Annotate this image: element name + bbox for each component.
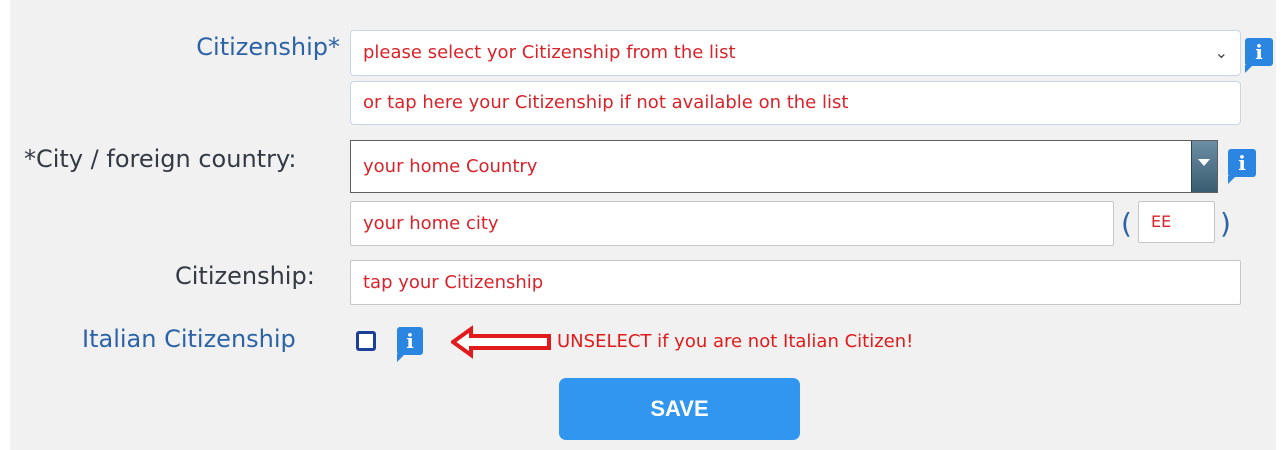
country-select-value: your home Country [363,155,538,177]
citizenship-other-value: or tap here your Citizenship if not avai… [363,92,849,113]
citizenship-other-input[interactable]: or tap here your Citizenship if not avai… [350,81,1241,125]
citizenship-text-label: Citizenship: [175,262,315,290]
required-asterisk: * [328,33,340,61]
citizenship-select-value: please select yor Citizenship from the l… [363,42,736,63]
info-icon[interactable]: i [1245,38,1273,73]
italian-citizenship-checkbox[interactable] [356,331,376,351]
open-paren: ( [1121,207,1132,240]
citizenship-label: Citizenship* [160,32,340,62]
citizenship-select[interactable]: please select yor Citizenship from the l… [350,30,1241,76]
info-glyph: i [1255,40,1263,64]
italian-warning-text: UNSELECT if you are not Italian Citizen! [557,331,914,352]
city-country-label: *City / foreign country: [24,145,297,173]
country-code-value: EE [1151,212,1172,231]
form-panel: Citizenship* please select yor Citizensh… [10,0,1276,450]
info-glyph: i [1238,151,1246,175]
citizenship-label-text: Citizenship [196,33,328,61]
save-button[interactable]: SAVE [559,378,800,440]
citizenship-text-input[interactable]: tap your Citizenship [350,260,1241,305]
country-select[interactable]: your home Country [350,140,1218,193]
dropdown-arrow-button[interactable] [1191,141,1217,192]
chevron-down-icon: ⌄ [1214,43,1228,62]
city-input[interactable]: your home city [350,201,1114,246]
citizenship-text-value: tap your Citizenship [363,271,544,293]
close-paren: ) [1220,207,1231,240]
info-glyph: i [406,329,414,353]
save-button-label: SAVE [650,396,709,421]
info-icon[interactable]: i [397,327,423,362]
italian-citizenship-label: Italian Citizenship [82,325,296,353]
country-code-input[interactable]: EE [1138,201,1215,243]
left-arrow-icon [451,325,551,359]
info-icon[interactable]: i [1228,149,1256,184]
city-input-value: your home city [363,212,499,234]
